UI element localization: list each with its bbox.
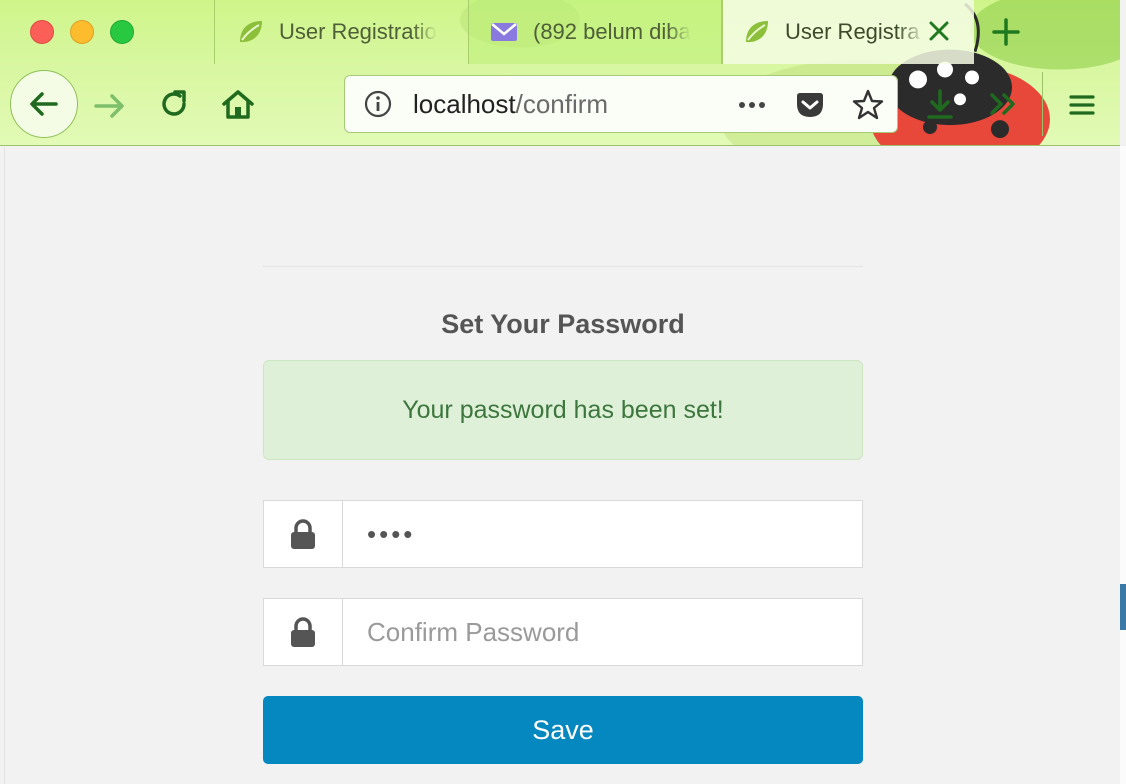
url-text[interactable]: localhost/confirm xyxy=(413,89,608,120)
password-addon xyxy=(264,501,343,567)
new-tab-plus-icon[interactable] xyxy=(988,14,1024,50)
browser-toolbar: User Registratio (892 belum diba User Re… xyxy=(0,0,1120,146)
overflow-button[interactable] xyxy=(986,86,1022,122)
home-icon xyxy=(222,90,254,119)
menu-icon xyxy=(1069,95,1095,115)
password-input-group xyxy=(263,500,863,568)
back-arrow-icon xyxy=(30,92,58,116)
success-alert: Your password has been set! xyxy=(263,360,863,460)
window-minimize-button[interactable] xyxy=(70,20,94,44)
tab-label: User Registratio xyxy=(279,19,437,44)
forward-button[interactable] xyxy=(92,88,128,124)
tab-label: (892 belum diba xyxy=(533,19,691,44)
url-host: localhost xyxy=(413,88,516,119)
spring-leaf-icon xyxy=(240,21,262,43)
save-button[interactable]: Save xyxy=(263,696,863,764)
tab-user-registration-active[interactable]: User Registra xyxy=(722,0,974,64)
star-icon[interactable] xyxy=(851,88,885,122)
window-close-button[interactable] xyxy=(30,20,54,44)
forward-arrow-icon xyxy=(94,94,124,118)
spring-leaf-icon xyxy=(746,21,768,43)
page-content: Set Your Password Your password has been… xyxy=(4,147,1120,784)
divider xyxy=(263,266,863,267)
lock-icon xyxy=(291,519,315,549)
confirm-password-addon xyxy=(264,599,343,665)
window-zoom-button[interactable] xyxy=(110,20,134,44)
address-bar[interactable]: localhost/confirm xyxy=(344,75,898,133)
background-window-edge xyxy=(1120,584,1126,630)
tab-mail[interactable]: (892 belum diba xyxy=(468,0,722,64)
window-edge xyxy=(1120,146,1126,784)
home-button[interactable] xyxy=(218,86,258,122)
reload-button[interactable] xyxy=(156,86,192,122)
page-title: Set Your Password xyxy=(441,309,685,339)
tab-user-registration-1[interactable]: User Registratio xyxy=(214,0,468,64)
downloads-button[interactable] xyxy=(922,86,958,122)
menu-button[interactable] xyxy=(1064,88,1100,122)
confirm-password-field[interactable] xyxy=(343,599,862,665)
password-field[interactable] xyxy=(343,501,862,567)
overflow-icon xyxy=(990,93,1015,115)
lock-icon xyxy=(291,617,315,647)
back-button[interactable] xyxy=(10,70,78,138)
url-path: /confirm xyxy=(515,88,609,119)
toolbar-divider xyxy=(1042,72,1043,136)
pocket-icon[interactable] xyxy=(793,88,827,122)
close-icon[interactable] xyxy=(924,16,954,46)
envelope-icon xyxy=(491,23,517,41)
more-icon[interactable] xyxy=(735,88,769,122)
alert-message: Your password has been set! xyxy=(402,395,724,424)
reload-icon xyxy=(162,90,186,116)
download-icon xyxy=(927,89,953,119)
info-icon[interactable] xyxy=(363,89,393,119)
confirm-password-input-group xyxy=(263,598,863,666)
tab-label: User Registra xyxy=(785,19,920,44)
